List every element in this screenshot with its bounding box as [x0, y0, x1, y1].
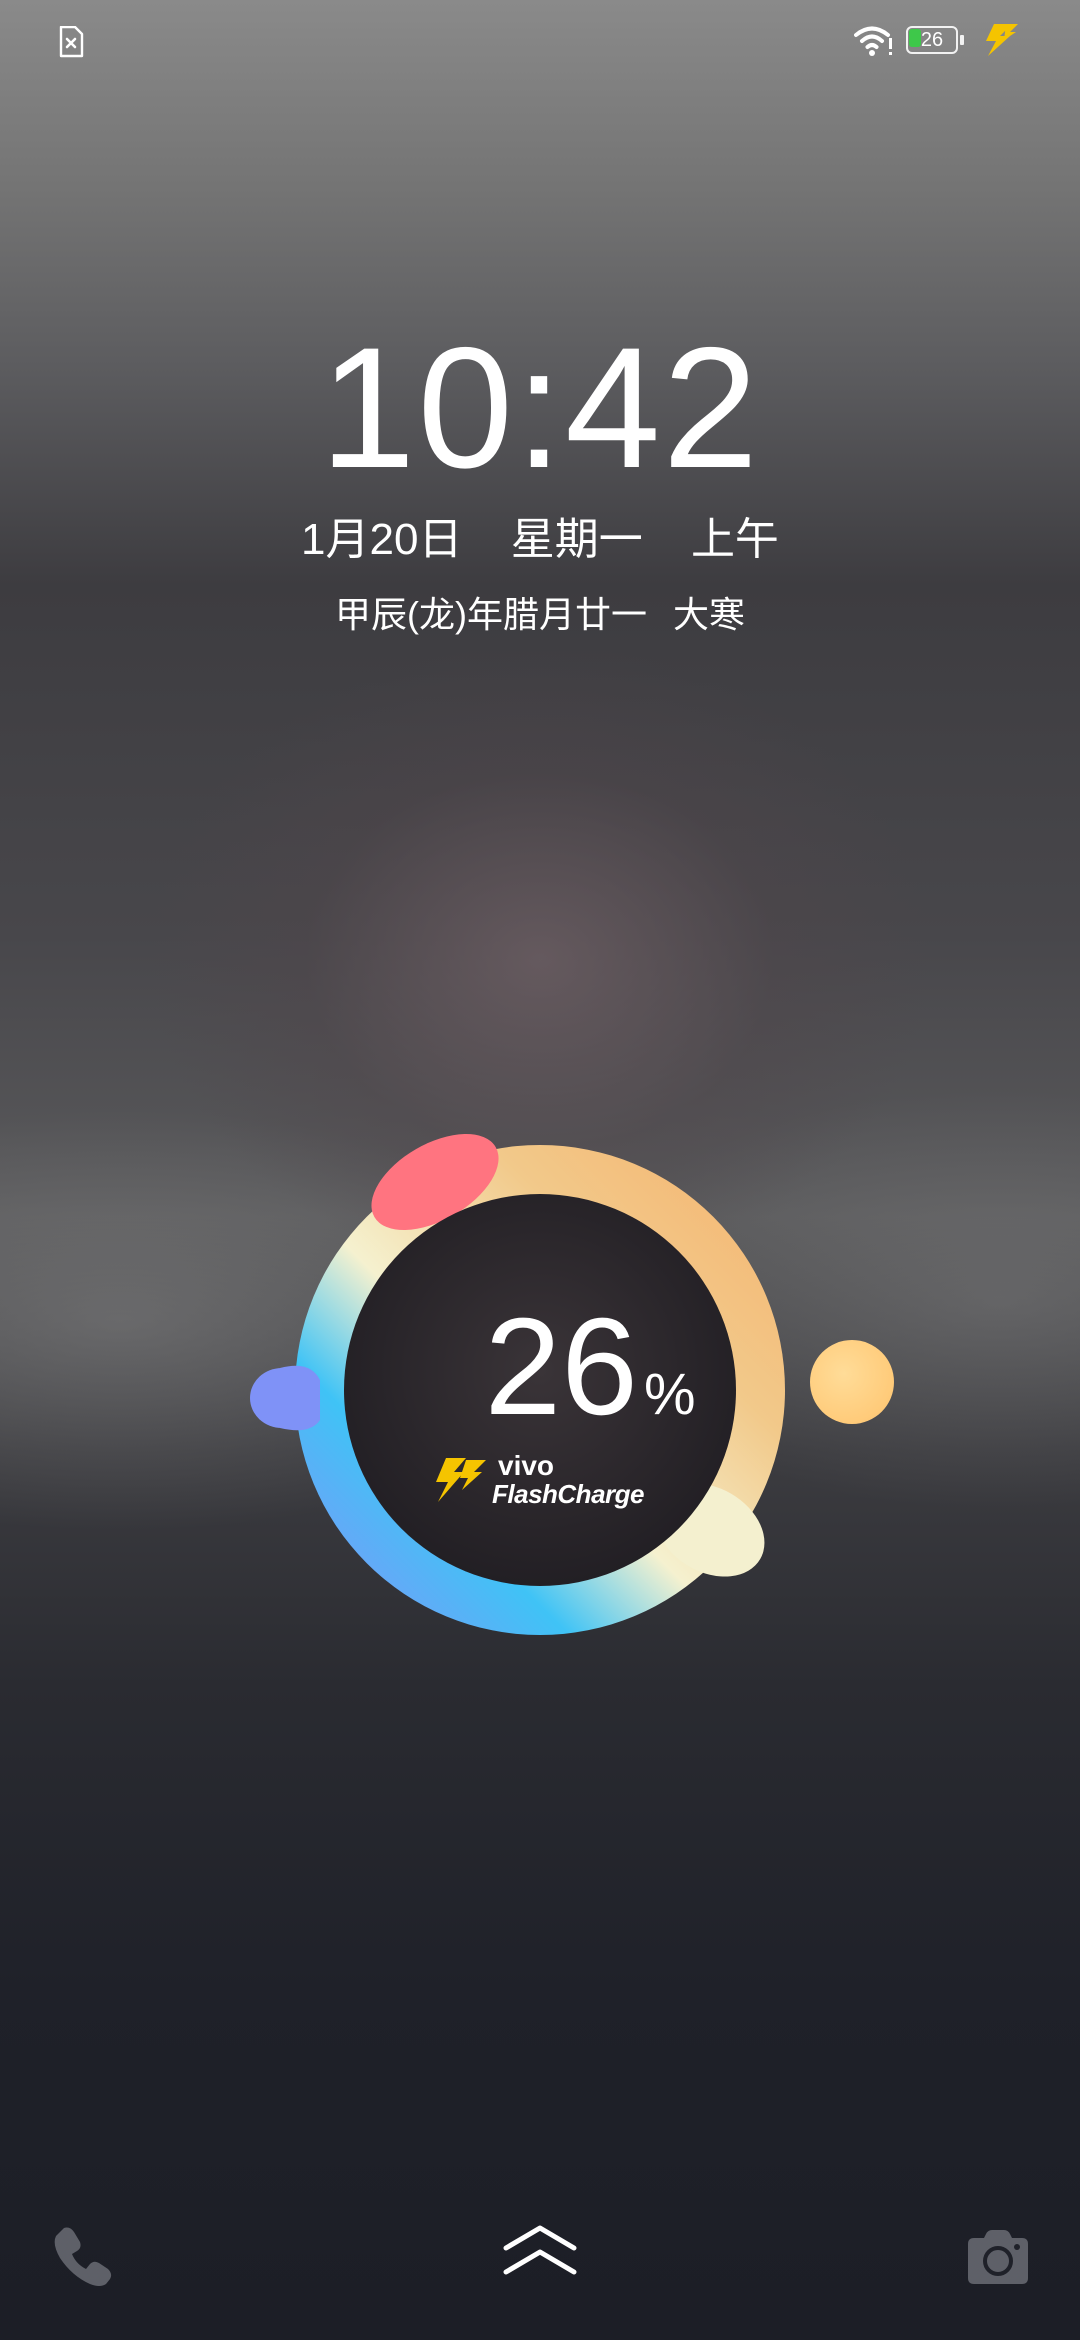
ring-blob-left-neck — [280, 1365, 320, 1431]
solar-term-text: 大寒 — [672, 594, 745, 635]
period-text: 上午 — [690, 515, 779, 564]
charging-orb — [810, 1340, 894, 1424]
wifi-icon — [854, 26, 892, 56]
charge-percent: 26% — [430, 1292, 750, 1442]
date-text: 1月20日 — [301, 515, 463, 564]
camera-icon[interactable] — [966, 2228, 1030, 2286]
charge-technology-name: FlashCharge — [492, 1479, 645, 1509]
battery-icon: 26 — [906, 26, 964, 56]
flashcharge-bolt-icon — [436, 1458, 486, 1502]
lunar-date-text: 甲辰(龙)年腊月廿一 — [334, 594, 647, 635]
battery-level-text: 26 — [920, 29, 944, 51]
charge-percent-value: 26 — [484, 1290, 638, 1444]
charging-bolt-icon — [986, 24, 1018, 56]
clock-time: 10:42 — [319, 312, 761, 504]
lunar-line: 甲辰(龙)年腊月廿一 大寒 — [0, 590, 1080, 640]
battery-tip — [960, 35, 964, 45]
lock-screen: 26 10:42 1月20日 星期一 上午 甲辰(龙)年腊月廿一 大寒 26 %… — [0, 0, 1080, 2340]
status-bar: 26 — [0, 0, 1080, 80]
weekday-text: 星期一 — [510, 515, 643, 564]
swipe-up-arrows-icon[interactable] — [500, 2220, 580, 2280]
phone-icon[interactable] — [50, 2222, 116, 2288]
bottom-shortcuts — [0, 2200, 1080, 2320]
charge-percent-sign: % — [643, 1362, 696, 1427]
flashcharge-logo: vivo FlashCharge — [432, 1450, 732, 1520]
sim-card-missing-icon — [59, 26, 84, 58]
date-line: 1月20日 星期一 上午 — [0, 510, 1080, 570]
